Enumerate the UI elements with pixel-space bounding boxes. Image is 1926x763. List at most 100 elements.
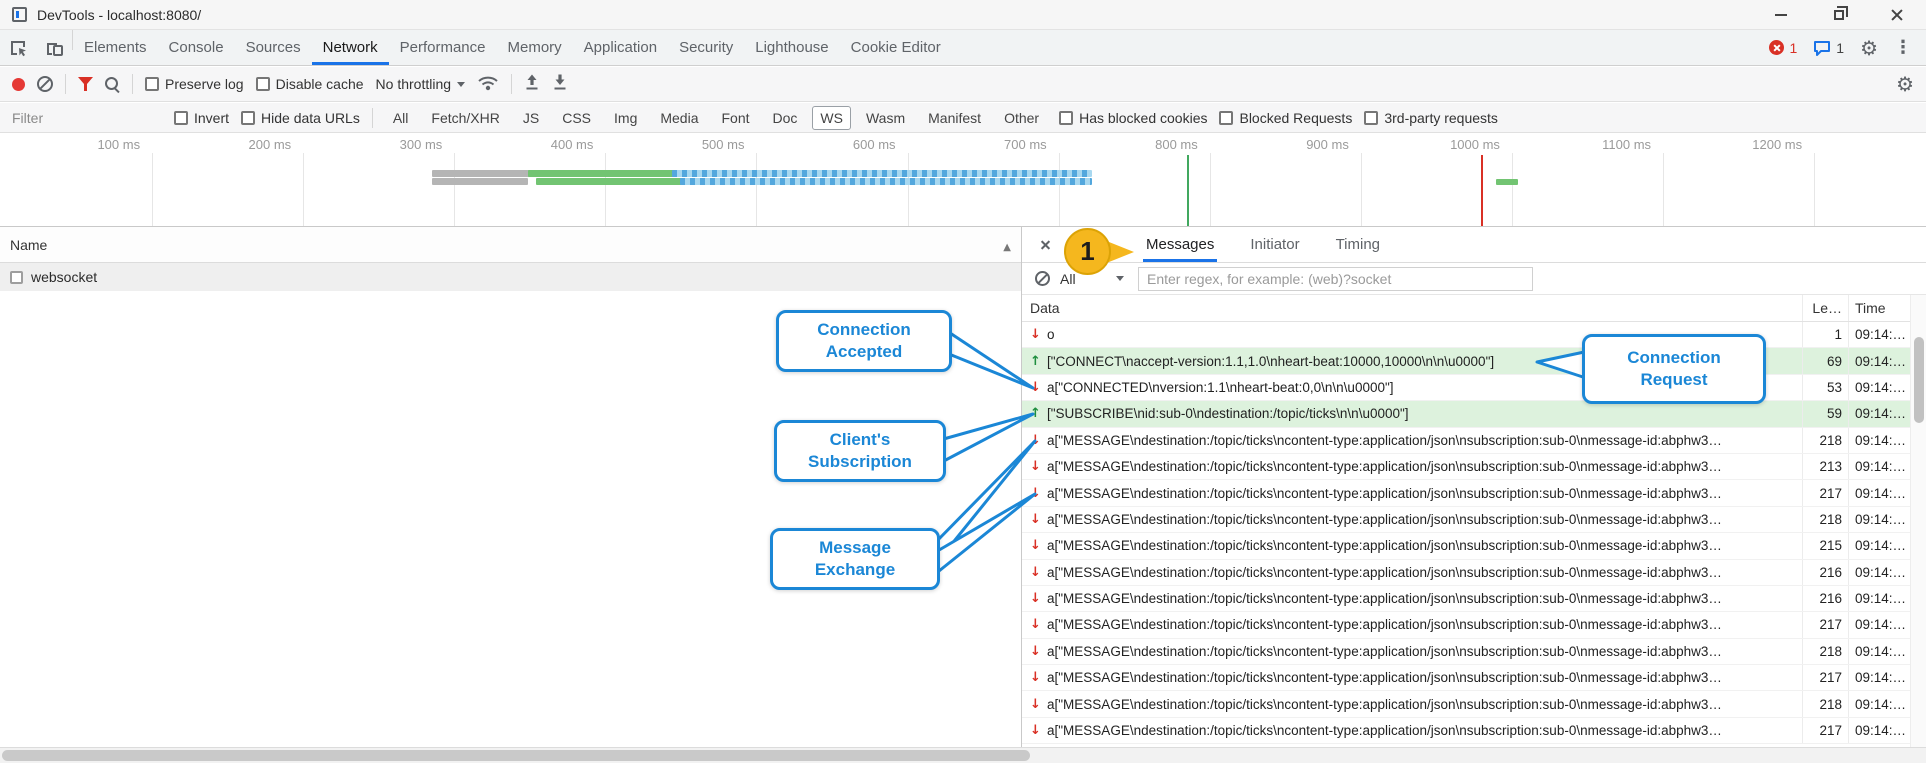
checkbox-icon[interactable] (1364, 111, 1378, 125)
hide-data-urls-checkbox[interactable]: Hide data URLs (241, 110, 360, 126)
message-row[interactable]: a["MESSAGE\ndestination:/topic/ticks\nco… (1022, 480, 1910, 506)
timeline-tick: 100 ms (2, 133, 153, 226)
inspect-element-button[interactable] (0, 30, 36, 65)
checkbox-icon[interactable] (145, 77, 159, 91)
blocked-requests-checkbox[interactable]: Blocked Requests (1219, 110, 1352, 126)
resource-type-filter[interactable]: Img (606, 106, 645, 130)
devtools-tab[interactable]: Elements (73, 30, 158, 65)
message-data-cell: a["MESSAGE\ndestination:/topic/ticks\nco… (1022, 533, 1802, 558)
message-row[interactable]: o 1 09:14:… (1022, 322, 1910, 348)
waterfall-bar (672, 170, 1092, 177)
throttling-dropdown[interactable]: No throttling (376, 76, 465, 92)
devtools-tab[interactable]: Network (312, 30, 389, 65)
has-blocked-cookies-label: Has blocked cookies (1079, 110, 1207, 126)
filter-funnel-icon[interactable] (78, 77, 93, 91)
name-column-header[interactable]: Name (0, 227, 1021, 263)
message-row[interactable]: a["MESSAGE\ndestination:/topic/ticks\nco… (1022, 533, 1910, 559)
checkbox-icon[interactable] (174, 111, 188, 125)
resource-type-filter[interactable]: WS (812, 106, 851, 130)
name-header-label: Name (10, 237, 47, 253)
horizontal-scrollbar[interactable] (0, 747, 1926, 763)
detail-tab[interactable]: Initiator (1247, 227, 1302, 262)
scrollbar-thumb[interactable] (1914, 337, 1924, 423)
import-har-button[interactable] (524, 74, 540, 94)
more-options-icon[interactable] (1894, 37, 1912, 58)
close-window-button[interactable] (1868, 0, 1926, 29)
checkbox-icon[interactable] (1219, 111, 1233, 125)
column-header-data[interactable]: Data (1022, 295, 1802, 321)
record-button[interactable] (12, 78, 25, 91)
device-toolbar-button[interactable] (36, 30, 72, 65)
message-row[interactable]: a["CONNECTED\nversion:1.1\nheart-beat:0,… (1022, 375, 1910, 401)
resource-type-filter[interactable]: Manifest (920, 106, 989, 130)
callout-clients-subscription: Client's Subscription (774, 420, 946, 482)
resource-type-filter[interactable]: CSS (554, 106, 599, 130)
devtools-tab[interactable]: Performance (389, 30, 497, 65)
regex-filter-input[interactable] (1138, 267, 1533, 291)
message-row[interactable]: a["MESSAGE\ndestination:/topic/ticks\nco… (1022, 639, 1910, 665)
resource-type-filter[interactable]: Fetch/XHR (423, 106, 507, 130)
checkbox-icon[interactable] (256, 77, 270, 91)
resource-type-filter[interactable]: All (385, 106, 417, 130)
message-time-cell: 09:14:… (1848, 507, 1910, 532)
message-row[interactable]: a["MESSAGE\ndestination:/topic/ticks\nco… (1022, 665, 1910, 691)
message-row[interactable]: a["MESSAGE\ndestination:/topic/ticks\nco… (1022, 612, 1910, 638)
message-row[interactable]: a["MESSAGE\ndestination:/topic/ticks\nco… (1022, 691, 1910, 717)
third-party-requests-checkbox[interactable]: 3rd-party requests (1364, 110, 1498, 126)
timeline-overview[interactable]: 100 ms 200 ms 300 ms 400 ms 500 ms 600 m… (0, 133, 1926, 227)
resource-type-filter[interactable]: JS (515, 106, 547, 130)
message-row[interactable]: a["MESSAGE\ndestination:/topic/ticks\nco… (1022, 718, 1910, 744)
column-header-time[interactable]: Time (1848, 295, 1910, 321)
close-detail-button[interactable] (1035, 227, 1055, 262)
filter-input[interactable] (12, 110, 162, 126)
issues-badge[interactable]: 1 (1813, 40, 1844, 56)
devtools-tab[interactable]: Lighthouse (744, 30, 839, 65)
column-header-length[interactable]: Le… (1802, 295, 1848, 321)
waterfall-bar (536, 178, 682, 185)
resource-type-filter[interactable]: Doc (765, 106, 806, 130)
messages-filter-bar: All (1022, 263, 1926, 295)
clear-messages-icon[interactable] (1035, 271, 1050, 286)
devtools-tab[interactable]: Security (668, 30, 744, 65)
detail-tab[interactable]: Messages (1143, 227, 1217, 262)
checkbox-icon[interactable] (1059, 111, 1073, 125)
message-length-cell: 218 (1802, 691, 1848, 716)
search-icon[interactable] (105, 77, 120, 92)
message-row[interactable]: a["MESSAGE\ndestination:/topic/ticks\nco… (1022, 454, 1910, 480)
message-row[interactable]: a["MESSAGE\ndestination:/topic/ticks\nco… (1022, 560, 1910, 586)
message-row[interactable]: a["MESSAGE\ndestination:/topic/ticks\nco… (1022, 507, 1910, 533)
devtools-tab[interactable]: Cookie Editor (840, 30, 952, 65)
request-row-websocket[interactable]: websocket (0, 263, 1021, 291)
scrollbar-thumb[interactable] (2, 750, 1030, 761)
preserve-log-checkbox[interactable]: Preserve log (145, 76, 244, 92)
resource-type-filter[interactable]: Media (652, 106, 706, 130)
devtools-tab[interactable]: Sources (235, 30, 312, 65)
message-row[interactable]: a["MESSAGE\ndestination:/topic/ticks\nco… (1022, 586, 1910, 612)
message-row[interactable]: a["MESSAGE\ndestination:/topic/ticks\nco… (1022, 428, 1910, 454)
export-har-button[interactable] (552, 74, 568, 94)
message-row[interactable]: ["CONNECT\naccept-version:1.1,1.0\nheart… (1022, 348, 1910, 374)
clear-button[interactable] (37, 76, 53, 92)
message-row[interactable]: ["SUBSCRIBE\nid:sub-0\ndestination:/topi… (1022, 401, 1910, 427)
messages-scrollbar[interactable] (1910, 295, 1926, 747)
devtools-tab[interactable]: Memory (497, 30, 573, 65)
disable-cache-checkbox[interactable]: Disable cache (256, 76, 364, 92)
error-badge[interactable]: 1 (1769, 40, 1797, 56)
has-blocked-cookies-checkbox[interactable]: Has blocked cookies (1059, 110, 1207, 126)
restore-button[interactable] (1810, 0, 1868, 29)
devtools-tab[interactable]: Application (573, 30, 668, 65)
detail-tab[interactable]: Timing (1333, 227, 1383, 262)
timeline-tick: 1000 ms (1362, 133, 1513, 226)
checkbox-icon[interactable] (241, 111, 255, 125)
devtools-tab[interactable]: Console (158, 30, 235, 65)
resource-type-filter[interactable]: Font (714, 106, 758, 130)
invert-checkbox[interactable]: Invert (174, 110, 229, 126)
request-name: websocket (31, 269, 97, 285)
resource-type-filter[interactable]: Other (996, 106, 1047, 130)
settings-gear-icon[interactable] (1860, 36, 1878, 60)
minimize-button[interactable] (1752, 0, 1810, 29)
network-settings-gear-icon[interactable] (1896, 72, 1914, 96)
resource-type-filter[interactable]: Wasm (858, 106, 913, 130)
network-conditions-button[interactable] (477, 75, 499, 94)
detail-panel: Messages Initiator Timing All Data Le… Tim… (1022, 227, 1926, 747)
